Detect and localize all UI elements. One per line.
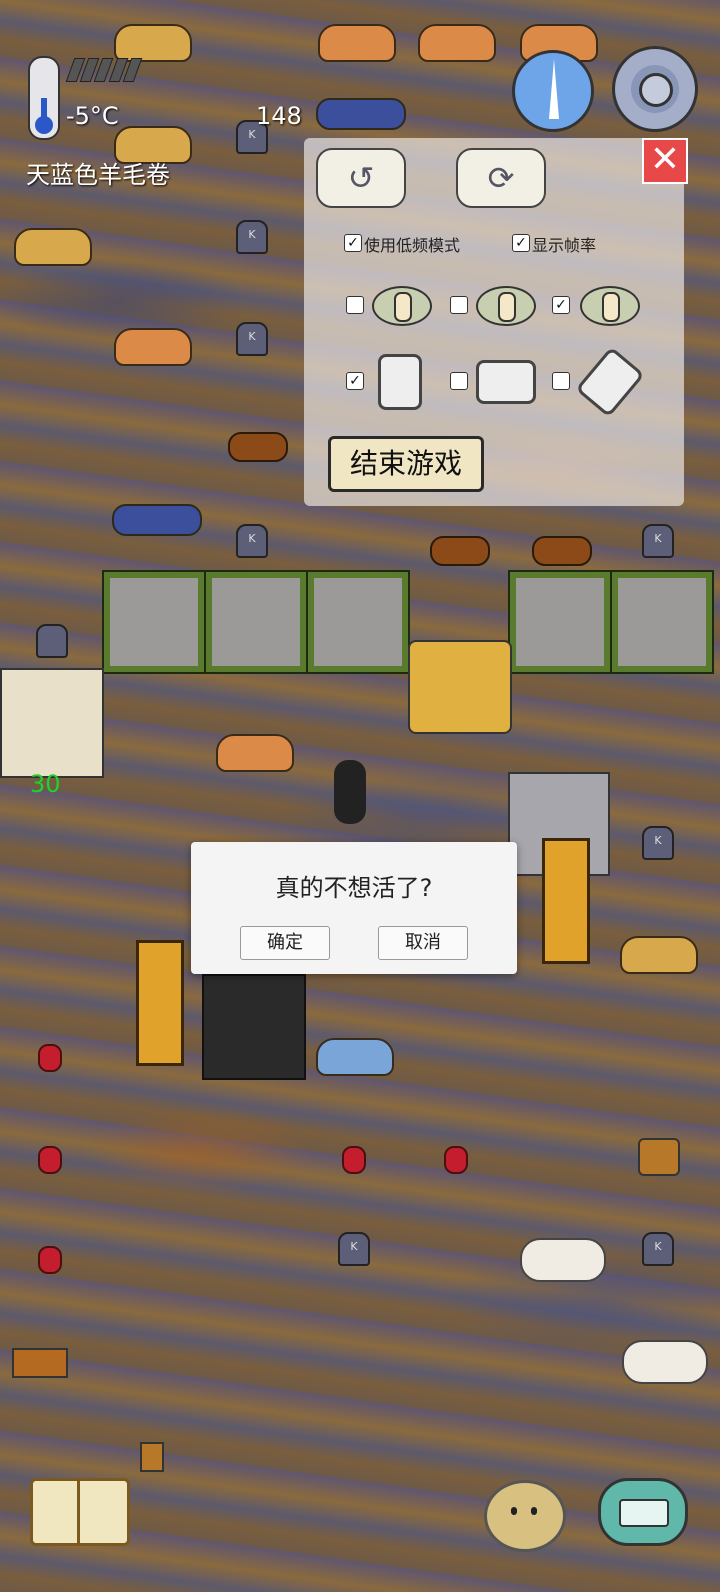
berry-bush [430, 536, 490, 566]
apple [342, 1146, 366, 1174]
stone-wall [610, 570, 714, 674]
eye-icon [372, 286, 432, 326]
refresh-button[interactable]: ⟳ [456, 148, 546, 208]
player-character [334, 760, 366, 824]
orientation-portrait-checkbox[interactable]: ✓ [346, 372, 364, 390]
gravestone: K [642, 1232, 674, 1266]
stone-wall [102, 570, 206, 674]
berry-bush [532, 536, 592, 566]
apple [38, 1146, 62, 1174]
gravestone: K [236, 322, 268, 356]
stone-hut [0, 668, 104, 778]
basket [638, 1138, 680, 1176]
eye-icon [580, 286, 640, 326]
bucket [140, 1442, 164, 1472]
stone-wall [204, 570, 308, 674]
low-freq-mode-checkbox[interactable]: ✓ [344, 234, 362, 252]
pond [316, 98, 406, 130]
apple [444, 1146, 468, 1174]
age-counter: 148 [256, 102, 302, 130]
cancel-button[interactable]: 取消 [378, 926, 468, 960]
eye-icon [476, 286, 536, 326]
emote-face-icon[interactable] [484, 1480, 566, 1552]
view-option-2-checkbox[interactable] [450, 296, 468, 314]
gear-icon[interactable] [612, 46, 698, 132]
gravestone: K [236, 220, 268, 254]
firewood [12, 1348, 68, 1378]
held-item-name: 天蓝色羊毛卷 [26, 161, 170, 189]
hay-bale [114, 24, 192, 62]
temperature-readout: -5°C [66, 102, 119, 130]
wood-plank [542, 838, 590, 964]
hay-bale [418, 24, 496, 62]
apple [38, 1246, 62, 1274]
thermometer-icon [28, 56, 60, 140]
confirm-dialog: 真的不想活了? 确定 取消 [191, 842, 517, 974]
food-meter [65, 58, 143, 82]
dialog-message: 真的不想活了? [275, 874, 433, 902]
stone-wall [306, 570, 410, 674]
kiln [202, 974, 306, 1080]
gravestone: K [642, 826, 674, 860]
fps-counter: 30 [30, 770, 61, 798]
low-freq-mode-label: 使用低频模式 [364, 236, 461, 255]
view-option-3-checkbox[interactable]: ✓ [552, 296, 570, 314]
cart [408, 640, 512, 734]
undo-button[interactable]: ↺ [316, 148, 406, 208]
gravestone: K [236, 524, 268, 558]
show-fps-label: 显示帧率 [532, 236, 597, 255]
view-option-1-checkbox[interactable] [346, 296, 364, 314]
stone-wall [508, 570, 612, 674]
orientation-auto-checkbox[interactable] [552, 372, 570, 390]
fleece [622, 1340, 708, 1384]
close-settings-button[interactable]: ✕ [642, 138, 688, 184]
hay-bale [114, 328, 192, 366]
end-game-button[interactable]: 结束游戏 [328, 436, 484, 492]
pond [112, 504, 202, 536]
gravestone [36, 624, 68, 658]
gravestone: K [642, 524, 674, 558]
fleece [520, 1238, 606, 1282]
show-fps-checkbox[interactable]: ✓ [512, 234, 530, 252]
hay-bale [318, 24, 396, 62]
wool-bale [316, 1038, 394, 1076]
hay-bale [14, 228, 92, 266]
hay-bale [620, 936, 698, 974]
confirm-button[interactable]: 确定 [240, 926, 330, 960]
portrait-phone-icon [378, 354, 422, 410]
apple [38, 1044, 62, 1072]
compass-icon[interactable] [512, 50, 594, 132]
wood-plank [136, 940, 184, 1066]
gravestone: K [338, 1232, 370, 1266]
landscape-phone-icon [476, 360, 536, 404]
orientation-landscape-checkbox[interactable] [450, 372, 468, 390]
berry-bush [228, 432, 288, 462]
book-icon[interactable] [30, 1478, 130, 1546]
hay-bale [216, 734, 294, 772]
keyboard-icon[interactable] [598, 1478, 688, 1546]
